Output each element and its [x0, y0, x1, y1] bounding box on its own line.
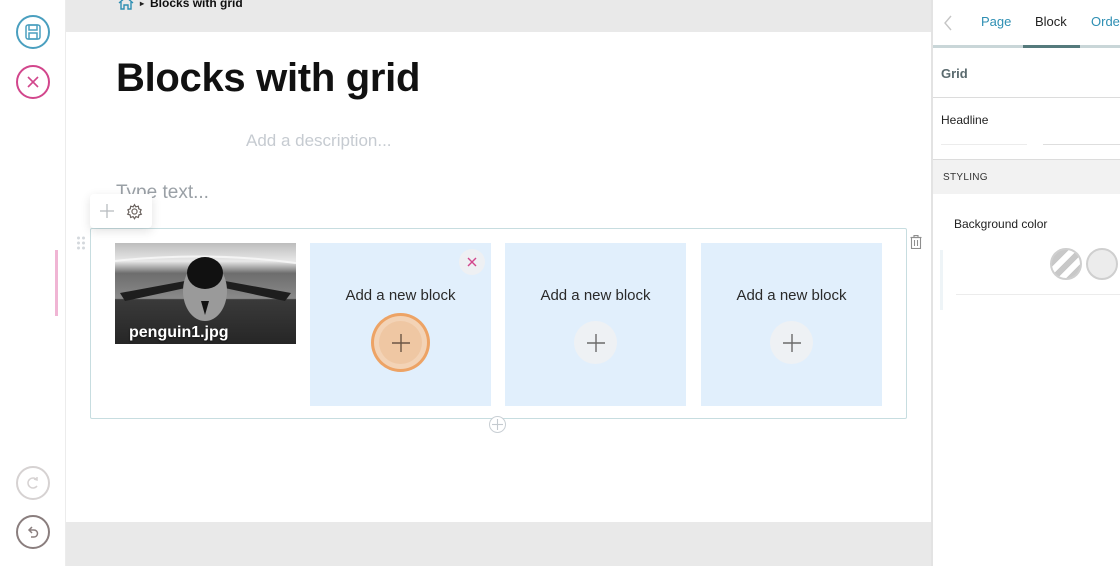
cell-label: Add a new block: [540, 287, 651, 304]
plus-icon: [586, 333, 605, 352]
add-block-in-cell-button[interactable]: [770, 321, 813, 364]
delete-block-button[interactable]: [910, 234, 922, 254]
image-cell[interactable]: penguin1.jpg: [115, 243, 296, 344]
active-block-indicator: [55, 250, 58, 316]
chevron-left-icon: [944, 15, 952, 31]
swatch-transparent[interactable]: [1050, 248, 1082, 280]
tab-page[interactable]: Page: [981, 14, 1011, 29]
settings-sidebar: Page Block Order Grid Headline STYLING B…: [931, 0, 1120, 566]
trash-icon: [910, 234, 922, 250]
save-button[interactable]: [16, 15, 50, 49]
add-block-in-cell-button[interactable]: [379, 321, 422, 364]
floppy-disk-icon: [25, 24, 41, 40]
background-color-label: Background color: [954, 217, 1048, 231]
headline-input[interactable]: [1043, 144, 1120, 145]
block-settings-button[interactable]: [126, 203, 143, 220]
active-tab-indicator: [1023, 45, 1080, 48]
close-icon: [27, 76, 39, 88]
drag-handle-icon[interactable]: [76, 236, 86, 250]
page-title[interactable]: Blocks with grid: [116, 56, 420, 101]
grid-cell-empty[interactable]: Add a new block: [310, 243, 491, 406]
plus-icon: [100, 204, 115, 218]
redo-icon: [27, 477, 38, 489]
headline-label: Headline: [941, 113, 989, 127]
left-toolbar: [0, 0, 66, 566]
cell-label: Add a new block: [345, 287, 456, 304]
undo-icon: [27, 526, 39, 538]
image-caption: penguin1.jpg: [129, 324, 229, 341]
close-icon: [467, 257, 477, 267]
cell-label: Add a new block: [736, 287, 847, 304]
grid-cell-empty[interactable]: Add a new block: [701, 243, 882, 406]
tab-order[interactable]: Order: [1091, 14, 1120, 29]
add-block-button[interactable]: [99, 203, 115, 219]
editor-root: ▸ Blocks with grid Blocks with grid Add …: [0, 0, 1120, 566]
undo-button[interactable]: [16, 515, 50, 549]
plus-icon: [492, 419, 503, 430]
grid-cell-empty[interactable]: Add a new block: [505, 243, 686, 406]
cancel-button[interactable]: [16, 65, 50, 99]
background-color-field: Background color: [933, 194, 1120, 314]
breadcrumb-separator: ▸: [140, 0, 145, 8]
gear-icon: [126, 203, 142, 220]
plus-icon: [782, 333, 801, 352]
headline-field[interactable]: Headline: [933, 98, 1120, 160]
block-type-title: Grid: [933, 48, 1120, 98]
bottom-bar: [66, 522, 931, 566]
description-input[interactable]: Add a description...: [246, 131, 392, 151]
sidebar-back-button[interactable]: [943, 14, 953, 37]
tab-block[interactable]: Block: [1035, 14, 1067, 29]
styling-section-header[interactable]: STYLING: [933, 160, 1120, 194]
breadcrumb-current: Blocks with grid: [150, 0, 243, 10]
headline-input-underline: [941, 144, 1027, 145]
block-toolbar: [90, 194, 152, 228]
plus-icon: [391, 333, 410, 352]
field-accent: [940, 250, 943, 310]
add-block-below-button[interactable]: [489, 416, 506, 433]
sidebar-tabs: Page Block Order: [933, 0, 1120, 48]
home-icon[interactable]: [118, 0, 134, 10]
add-block-in-cell-button[interactable]: [574, 321, 617, 364]
breadcrumb: ▸ Blocks with grid: [118, 0, 243, 10]
breadcrumb-bar: ▸ Blocks with grid: [66, 0, 931, 32]
remove-cell-button[interactable]: [459, 249, 485, 275]
field-divider: [956, 294, 1120, 295]
editor-canvas: ▸ Blocks with grid Blocks with grid Add …: [66, 0, 931, 566]
swatch-grey[interactable]: [1086, 248, 1118, 280]
redo-button[interactable]: [16, 466, 50, 500]
